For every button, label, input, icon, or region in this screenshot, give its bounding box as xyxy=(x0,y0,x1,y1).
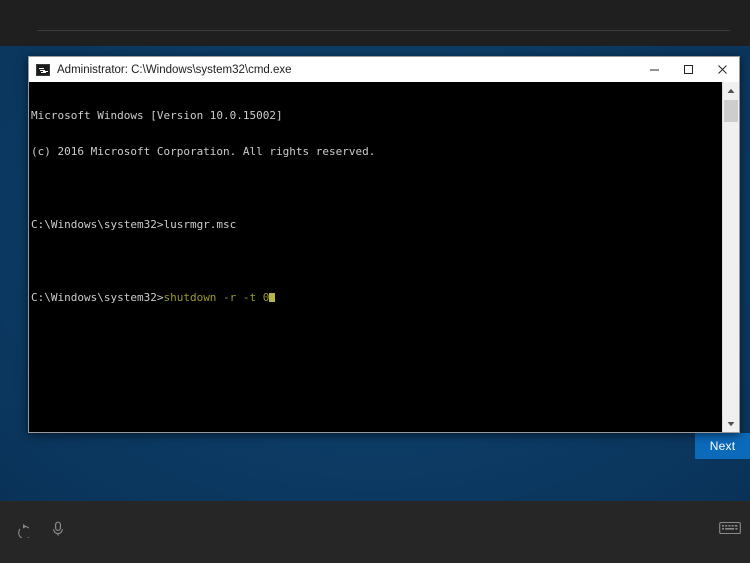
scroll-up-icon[interactable] xyxy=(723,82,739,99)
window-titlebar[interactable]: Administrator: C:\Windows\system32\cmd.e… xyxy=(29,57,739,82)
console-current-line: C:\Windows\system32>shutdown -r -t 0 xyxy=(31,290,722,304)
console-output[interactable]: Microsoft Windows [Version 10.0.15002] (… xyxy=(29,82,722,432)
console-prompt: C:\Windows\system32> xyxy=(31,290,164,304)
setup-utility-bar xyxy=(0,501,750,563)
microphone-icon[interactable] xyxy=(45,516,71,542)
close-button[interactable] xyxy=(705,57,739,82)
next-button[interactable]: Next xyxy=(695,433,750,459)
window-controls xyxy=(637,57,739,82)
console-command: shutdown xyxy=(163,290,217,304)
console-line: (c) 2016 Microsoft Corporation. All righ… xyxy=(31,145,376,159)
command-prompt-window[interactable]: Administrator: C:\Windows\system32\cmd.e… xyxy=(28,56,740,433)
console-line: Microsoft Windows [Version 10.0.15002] xyxy=(31,109,283,123)
console-client-area[interactable]: Microsoft Windows [Version 10.0.15002] (… xyxy=(29,82,739,432)
setup-header xyxy=(0,0,750,46)
power-icon[interactable] xyxy=(7,516,33,542)
window-title: Administrator: C:\Windows\system32\cmd.e… xyxy=(57,63,292,76)
maximize-button[interactable] xyxy=(671,57,705,82)
scrollbar-thumb[interactable] xyxy=(724,100,738,122)
minimize-button[interactable] xyxy=(637,57,671,82)
keyboard-icon[interactable] xyxy=(719,519,741,536)
header-divider xyxy=(37,30,730,31)
console-args: -r -t 0 xyxy=(216,290,270,304)
cmd-icon xyxy=(36,63,50,76)
console-caret xyxy=(269,292,276,302)
screen-root: Next Administrator: C:\Windows\system32\… xyxy=(0,0,750,563)
console-scrollbar[interactable] xyxy=(722,82,739,432)
console-line: C:\Windows\system32>lusrmgr.msc xyxy=(31,218,237,232)
scroll-down-icon[interactable] xyxy=(723,415,739,432)
